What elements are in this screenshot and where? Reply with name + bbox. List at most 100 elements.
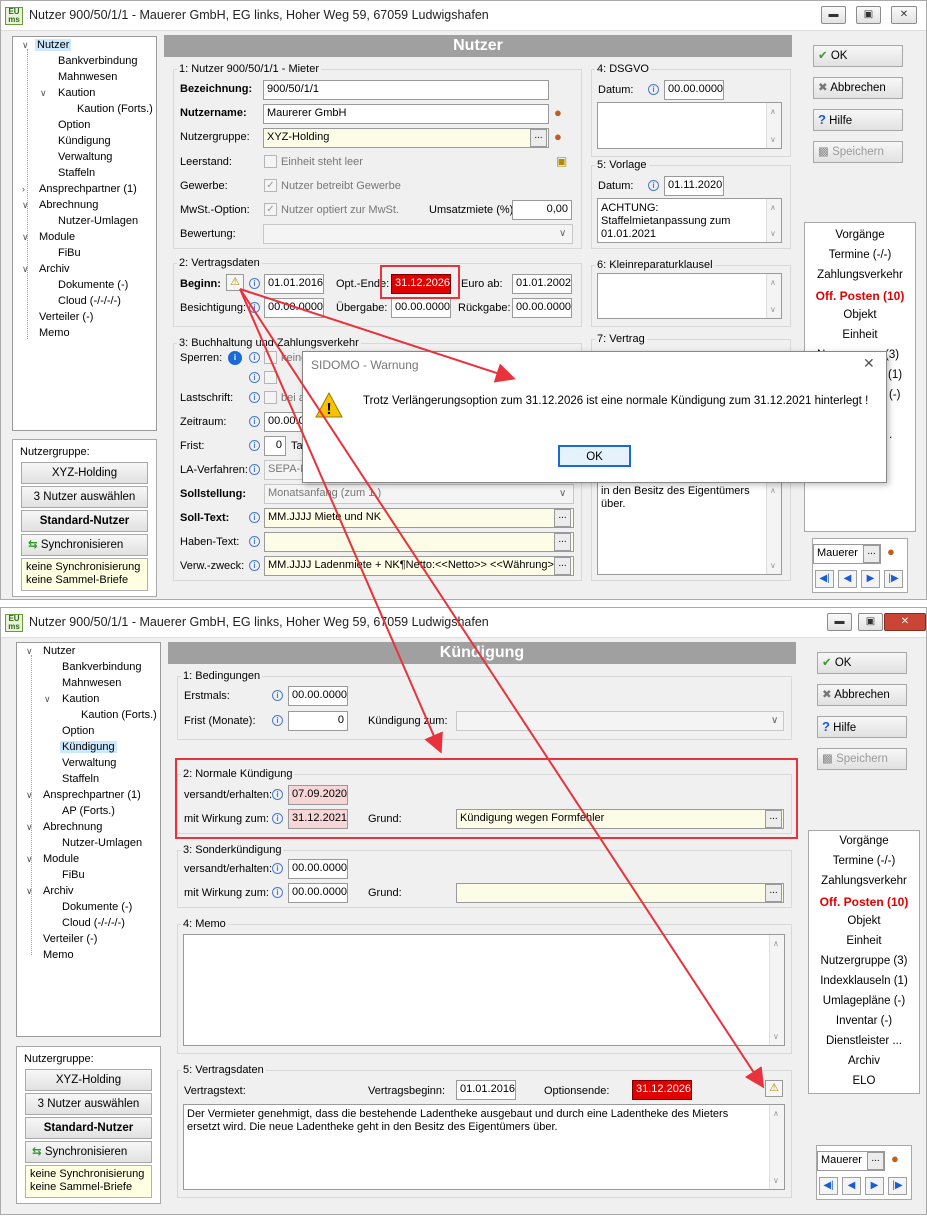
info-icon[interactable]: i xyxy=(648,84,659,95)
sperren-checkbox-2[interactable] xyxy=(264,371,277,384)
info-icon[interactable]: i xyxy=(249,278,260,289)
last-icon[interactable]: |▶ xyxy=(888,1177,907,1195)
info-icon[interactable]: i xyxy=(249,372,260,383)
help-button[interactable]: ? Hilfe xyxy=(813,109,903,131)
collapse-icon[interactable]: ∨ xyxy=(26,886,33,897)
dsgvo-memo[interactable]: ∧ ∨ xyxy=(597,102,782,149)
minimize-icon[interactable]: ▬ xyxy=(827,613,852,631)
tree-item-archiv[interactable]: Archiv xyxy=(43,885,74,897)
bezeichnung-field[interactable]: 900/50/1/1 xyxy=(263,80,549,100)
ok-button[interactable]: ✔ OK xyxy=(817,652,907,674)
minimize-icon[interactable]: ▬ xyxy=(821,6,846,24)
sync-button[interactable]: ⇆ Synchronisieren xyxy=(25,1141,152,1163)
vertragsbeginn-field[interactable]: 01.01.2016 xyxy=(456,1080,516,1100)
tree-item-verteiler[interactable]: Verteiler (-) xyxy=(43,933,97,945)
sonder-grund-browse-button[interactable]: ... xyxy=(765,884,782,902)
leerstand-checkbox[interactable] xyxy=(264,155,277,168)
close-icon[interactable]: ✕ xyxy=(884,613,926,631)
tree-item-memo[interactable]: Memo xyxy=(39,327,70,339)
tree-item-staffeln[interactable]: Staffeln xyxy=(62,773,99,785)
help-button[interactable]: ? Hilfe xyxy=(817,716,907,738)
rueckgabe-field[interactable]: 00.00.0000 xyxy=(512,298,572,318)
habentext-field[interactable] xyxy=(264,532,574,552)
besichtigung-field[interactable]: 00.00.0000 xyxy=(264,298,324,318)
tree-item-ansprechpartner[interactable]: Ansprechpartner (1) xyxy=(39,183,137,195)
frist-field[interactable]: 0 xyxy=(288,711,348,731)
tree-item-cloud[interactable]: Cloud (-/-/-/-) xyxy=(62,917,125,929)
link-objekt[interactable]: Objekt xyxy=(805,309,915,321)
sonder-versandt-field[interactable]: 00.00.0000 xyxy=(288,859,348,879)
solltext-field[interactable]: MM.JJJJ Miete und NK xyxy=(264,508,574,528)
nutzername-field[interactable]: Maurerer GmbH xyxy=(263,104,549,124)
umsatzmiete-field[interactable]: 0,00 xyxy=(512,200,572,220)
tree-item-bankverbindung[interactable]: Bankverbindung xyxy=(58,55,138,67)
frist-field[interactable]: 0 xyxy=(264,436,286,456)
erstmals-field[interactable]: 00.00.0000 xyxy=(288,686,348,706)
link-zahlungsverkehr[interactable]: Zahlungsverkehr xyxy=(809,875,919,887)
tree-item-nutzer[interactable]: Nutzer xyxy=(35,39,72,51)
info-icon[interactable]: i xyxy=(648,180,659,191)
link-objekt[interactable]: Objekt xyxy=(809,915,919,927)
tree-item-kaution[interactable]: Kaution xyxy=(58,87,95,99)
vertragstext-memo[interactable]: Der Vermieter genehmigt, dass die besteh… xyxy=(183,1104,785,1190)
link-offene-posten[interactable]: Off. Posten (10) xyxy=(805,289,915,303)
tree-item-memo[interactable]: Memo xyxy=(43,949,74,961)
link-dienstleister[interactable]: Dienstleister ... xyxy=(809,1035,919,1047)
info-icon[interactable]: i xyxy=(249,302,260,313)
persons-icon[interactable]: ● xyxy=(554,129,562,144)
kleinreparatur-memo[interactable]: ∧ ∨ xyxy=(597,273,782,319)
collapse-icon[interactable]: ∨ xyxy=(26,790,33,801)
link-nutzergruppe[interactable]: Nutzergruppe (3) xyxy=(809,955,919,967)
tree-item-abrechnung[interactable]: Abrechnung xyxy=(43,821,102,833)
tree-item-option[interactable]: Option xyxy=(58,119,90,131)
nutzergruppe-field[interactable]: XYZ-Holding xyxy=(263,128,549,148)
save-button[interactable]: ▩ Speichern xyxy=(817,748,907,770)
mwst-checkbox[interactable]: ✓ xyxy=(264,203,277,216)
lastschrift-checkbox[interactable] xyxy=(264,391,277,404)
link-partial-count[interactable]: (-) xyxy=(889,389,901,401)
dsgvo-datum-field[interactable]: 00.00.0000 xyxy=(664,80,724,100)
info-icon[interactable]: i xyxy=(272,863,283,874)
tree-item-verwaltung[interactable]: Verwaltung xyxy=(62,757,116,769)
tree-item-mahnwesen[interactable]: Mahnwesen xyxy=(62,677,121,689)
select-users-button[interactable]: 3 Nutzer auswählen xyxy=(21,486,148,508)
info-icon[interactable]: i xyxy=(249,440,260,451)
gewerbe-checkbox[interactable]: ✓ xyxy=(264,179,277,192)
expand-icon[interactable]: › xyxy=(22,184,25,194)
collapse-icon[interactable]: ∨ xyxy=(44,694,51,705)
sonder-wirkung-field[interactable]: 00.00.0000 xyxy=(288,883,348,903)
search-browse-button[interactable]: ... xyxy=(867,1152,884,1170)
tree-item-archiv[interactable]: Archiv xyxy=(39,263,70,275)
tree-item-kaution-forts[interactable]: Kaution (Forts.) xyxy=(81,709,157,721)
next-icon[interactable]: ▶ xyxy=(861,570,880,588)
link-partial-dots[interactable]: . xyxy=(889,429,892,441)
zeitraum-field[interactable]: 00.00.0 xyxy=(264,412,304,432)
tree-item-nutzer-umlagen[interactable]: Nutzer-Umlagen xyxy=(58,215,138,227)
tree-item-dokumente[interactable]: Dokumente (-) xyxy=(58,279,128,291)
tree-item-nutzer-umlagen[interactable]: Nutzer-Umlagen xyxy=(62,837,142,849)
euroab-field[interactable]: 01.01.2002 xyxy=(512,274,572,294)
info-icon[interactable]: i xyxy=(249,416,260,427)
tree-item-dokumente[interactable]: Dokumente (-) xyxy=(62,901,132,913)
warning-icon[interactable]: ⚠ xyxy=(226,274,244,291)
habentext-browse-button[interactable]: ... xyxy=(554,533,571,551)
previous-icon[interactable]: ◀ xyxy=(838,570,857,588)
tree-item-cloud[interactable]: Cloud (-/-/-/-) xyxy=(58,295,121,307)
tree-item-staffeln[interactable]: Staffeln xyxy=(58,167,95,179)
sync-button[interactable]: ⇆ Synchronisieren xyxy=(21,534,148,556)
previous-icon[interactable]: ◀ xyxy=(842,1177,861,1195)
tree-item-verteiler[interactable]: Verteiler (-) xyxy=(39,311,93,323)
dialog-ok-button[interactable]: OK xyxy=(558,445,631,467)
link-termine[interactable]: Termine (-/-) xyxy=(805,249,915,261)
dialog-title-bar[interactable]: SIDOMO - Warnung ✕ xyxy=(303,352,886,378)
next-icon[interactable]: ▶ xyxy=(865,1177,884,1195)
info-icon[interactable]: i xyxy=(272,690,283,701)
solltext-browse-button[interactable]: ... xyxy=(554,509,571,527)
vorlage-datum-field[interactable]: 01.11.2020 xyxy=(664,176,724,196)
optionsende-field[interactable]: 31.12.2026 xyxy=(632,1080,692,1100)
link-umlageplaene[interactable]: Umlagepläne (-) xyxy=(809,995,919,1007)
verwzweck-browse-button[interactable]: ... xyxy=(554,557,571,575)
link-indexklauseln[interactable]: Indexklauseln (1) xyxy=(809,975,919,987)
lock-icon[interactable]: ▣ xyxy=(556,154,567,168)
tree-item-kuendigung[interactable]: Kündigung xyxy=(58,135,111,147)
